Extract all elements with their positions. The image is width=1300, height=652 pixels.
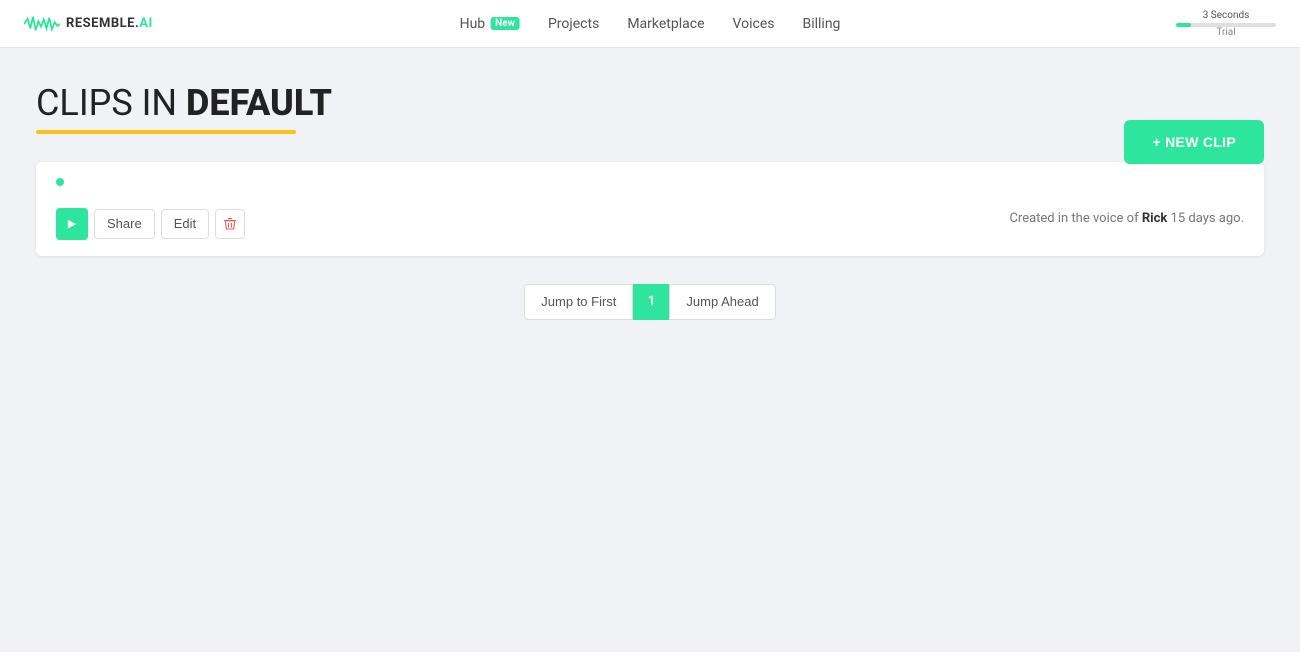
jump-to-first-button[interactable]: Jump to First: [524, 284, 633, 320]
pagination: Jump to First 1 Jump Ahead: [36, 284, 1264, 320]
clip-card: Share Edit Created in the voice of Rick …: [36, 162, 1264, 256]
trial-info: 3 Seconds Trial: [1176, 10, 1276, 38]
logo-text: RESEMBLE.AI: [66, 16, 153, 31]
page-title: CLIPS IN DEFAULT: [36, 84, 1264, 124]
trial-label: Trial: [1176, 27, 1276, 38]
new-clip-button[interactable]: + NEW CLIP: [1124, 120, 1264, 164]
page-title-area: CLIPS IN DEFAULT: [36, 84, 1264, 134]
delete-button[interactable]: [215, 209, 245, 239]
nav-marketplace[interactable]: Marketplace: [627, 16, 704, 32]
clip-actions: Share Edit: [56, 208, 245, 240]
main-content: CLIPS IN DEFAULT + NEW CLIP Share Edit: [0, 48, 1300, 344]
clip-actions-row: Share Edit Created in the voice of Rick …: [56, 198, 1244, 240]
hub-badge: New: [490, 17, 520, 30]
share-button[interactable]: Share: [94, 209, 155, 239]
logo[interactable]: RESEMBLE.AI: [24, 14, 153, 34]
nav-voices[interactable]: Voices: [733, 16, 775, 32]
title-underline: [36, 130, 296, 134]
clip-status-dot: [56, 178, 64, 186]
jump-ahead-button[interactable]: Jump Ahead: [669, 284, 775, 320]
clip-meta: Created in the voice of Rick 15 days ago…: [1009, 211, 1244, 226]
trial-seconds: 3 Seconds: [1176, 10, 1276, 21]
play-button[interactable]: [56, 208, 88, 240]
trash-icon: [223, 217, 237, 231]
nav-billing[interactable]: Billing: [802, 16, 840, 32]
edit-button[interactable]: Edit: [161, 209, 209, 239]
navbar: RESEMBLE.AI Hub New Projects Marketplace…: [0, 0, 1300, 48]
nav-projects[interactable]: Projects: [548, 16, 599, 32]
current-page[interactable]: 1: [633, 284, 669, 320]
logo-wave-icon: [24, 14, 60, 34]
nav-hub[interactable]: Hub New: [460, 16, 520, 32]
nav-links: Hub New Projects Marketplace Voices Bill…: [460, 16, 841, 32]
